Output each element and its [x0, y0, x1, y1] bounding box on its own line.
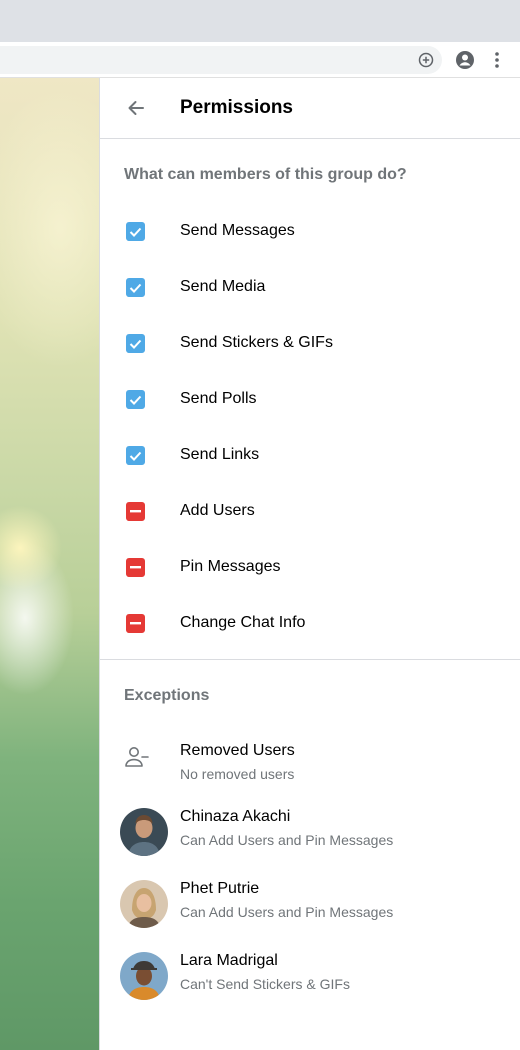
checkbox-checked-icon[interactable]	[126, 390, 145, 409]
permission-label: Send Media	[180, 278, 266, 295]
permission-send-links[interactable]: Send Links	[100, 427, 520, 483]
exception-user-name: Phet Putrie	[180, 880, 260, 897]
permission-send-stickers-gifs[interactable]: Send Stickers & GIFs	[100, 315, 520, 371]
section-divider	[100, 659, 520, 660]
browser-toolbar	[0, 42, 520, 78]
exception-user-row[interactable]: Lara Madrigal Can't Send Stickers & GIFs	[100, 952, 520, 1024]
exception-user-row[interactable]: Phet Putrie Can Add Users and Pin Messag…	[100, 880, 520, 952]
checkbox-checked-icon[interactable]	[126, 278, 145, 297]
address-bar[interactable]	[0, 46, 442, 74]
permission-label: Add Users	[180, 502, 255, 519]
panel-header: Permissions	[100, 78, 520, 139]
account-icon[interactable]	[455, 50, 475, 70]
exception-user-rule: Can Add Users and Pin Messages	[180, 832, 394, 848]
exception-user-name: Chinaza Akachi	[180, 808, 291, 825]
avatar	[120, 880, 168, 928]
add-circle-icon[interactable]	[416, 50, 436, 70]
checkbox-checked-icon[interactable]	[126, 222, 145, 241]
exception-user-row[interactable]: Chinaza Akachi Can Add Users and Pin Mes…	[100, 808, 520, 880]
permission-send-media[interactable]: Send Media	[100, 259, 520, 315]
exception-user-rule: Can Add Users and Pin Messages	[180, 904, 394, 920]
avatar	[120, 808, 168, 856]
checkbox-restricted-icon[interactable]	[126, 614, 145, 633]
permission-label: Change Chat Info	[180, 614, 306, 631]
permission-label: Pin Messages	[180, 558, 281, 575]
chat-wallpaper	[0, 78, 99, 1050]
permission-send-polls[interactable]: Send Polls	[100, 371, 520, 427]
permission-label: Send Links	[180, 446, 260, 463]
permissions-panel: Permissions What can members of this gro…	[100, 78, 520, 1050]
permission-label: Send Stickers & GIFs	[180, 334, 333, 351]
removed-users-label: Removed Users	[180, 742, 295, 759]
page-title: Permissions	[180, 97, 293, 118]
removed-users-sub: No removed users	[180, 766, 295, 782]
browser-tab-strip	[0, 0, 520, 42]
checkbox-checked-icon[interactable]	[126, 446, 145, 465]
exception-user-rule: Can't Send Stickers & GIFs	[180, 976, 350, 992]
checkbox-checked-icon[interactable]	[126, 334, 145, 353]
permissions-heading: What can members of this group do?	[124, 166, 407, 183]
permission-pin-messages[interactable]: Pin Messages	[100, 539, 520, 595]
exception-user-name: Lara Madrigal	[180, 952, 278, 969]
permission-label: Send Polls	[180, 390, 257, 407]
avatar	[120, 952, 168, 1000]
permission-send-messages[interactable]: Send Messages	[100, 203, 520, 259]
checkbox-restricted-icon[interactable]	[126, 558, 145, 577]
permission-add-users[interactable]: Add Users	[100, 483, 520, 539]
permission-change-chat-info[interactable]: Change Chat Info	[100, 595, 520, 651]
exceptions-heading: Exceptions	[124, 687, 210, 704]
removed-users-row[interactable]: Removed Users No removed users	[100, 742, 520, 814]
more-vert-icon[interactable]	[487, 50, 507, 70]
checkbox-restricted-icon[interactable]	[126, 502, 145, 521]
back-arrow-icon[interactable]	[124, 96, 148, 120]
remove-user-icon	[124, 746, 152, 770]
permission-label: Send Messages	[180, 222, 295, 239]
